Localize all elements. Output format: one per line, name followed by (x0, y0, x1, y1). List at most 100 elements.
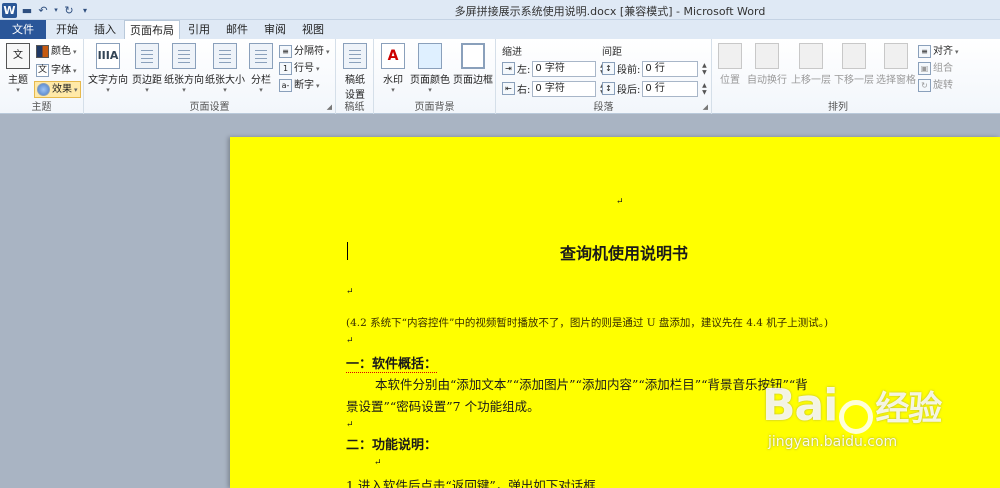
hyphenation-button[interactable]: a- 断字 ▾ (279, 77, 320, 94)
size-button[interactable]: 纸张大小 ▾ (204, 43, 246, 94)
watermark-brand: Bai (762, 380, 838, 431)
rotate-icon: ↻ (918, 79, 931, 92)
tab-mailings[interactable]: 邮件 (218, 20, 256, 39)
watermark-url: jingyan.baidu.com (768, 433, 898, 450)
save-icon[interactable]: ▬ (21, 4, 33, 17)
hyphenation-icon: a- (279, 79, 292, 92)
spin-arrows-icon[interactable]: ▲▼ (700, 82, 708, 96)
undo-icon[interactable]: ↶ (37, 4, 49, 17)
section1-heading: 一：软件概括： (346, 353, 438, 373)
wrap-text-button[interactable]: 自动换行 (746, 43, 788, 86)
page-background-group: A 水印 ▾ 页面颜色 ▾ 页面边框 页面背景 (374, 39, 496, 114)
draft-paper-icon (343, 43, 367, 69)
theme-colors-button[interactable]: 颜色 ▾ (36, 43, 77, 60)
spin-arrows-icon[interactable]: ▲▼ (700, 62, 708, 76)
fonts-icon: 文 (36, 64, 49, 77)
window-title: 多屏拼接展示系统使用说明.docx [兼容模式] - Microsoft Wor… (454, 5, 766, 18)
send-backward-button[interactable]: 下移一层 (833, 43, 875, 86)
margins-icon (135, 43, 159, 69)
note-paragraph: (4.2 系统下“内容控件”中的视频暂时播放不了，图片的则是通过 U 盘添加，建… (346, 317, 829, 329)
draft-settings-button[interactable]: 稿纸 设置 (339, 43, 371, 101)
theme-effects-button[interactable]: 效果 ▾ (34, 81, 81, 98)
effects-icon (37, 83, 50, 96)
indent-left-icon: ⇥ (502, 62, 515, 75)
line-numbers-button[interactable]: 1 行号 ▾ (279, 60, 320, 77)
redo-icon[interactable]: ↻ (63, 4, 75, 17)
spacing-after-control: ↕ 段后: 0 行 ▲ ▼ (602, 80, 708, 97)
indent-title: 缩进 (502, 47, 522, 58)
themes-button[interactable]: 文 主题 ▾ (3, 43, 33, 94)
tab-view[interactable]: 视图 (294, 20, 332, 39)
draft-paper-group: 稿纸 设置 稿纸 (336, 39, 374, 114)
page-color-icon (418, 43, 442, 69)
undo-dropdown-icon[interactable]: ▾ (53, 6, 59, 14)
page-setup-group: IIIA 文字方向 ▾ 页边距 ▾ 纸张方向 ▾ 纸张大小 ▾ 分栏 ▾ ≡ 分… (84, 39, 336, 114)
bring-forward-button[interactable]: 上移一层 (790, 43, 832, 86)
text-direction-icon: IIIA (96, 43, 120, 69)
colors-icon (36, 45, 49, 58)
spacing-after-icon: ↕ (602, 82, 615, 95)
text-direction-button[interactable]: IIIA 文字方向 ▾ (87, 43, 129, 94)
theme-group: 文 主题 ▾ 颜色 ▾ 文 字体 ▾ 效果 ▾ 主题 (0, 39, 84, 114)
page-setup-group-label: 页面设置 (189, 102, 230, 113)
page-borders-icon (461, 43, 485, 69)
paragraph-mark: ↵ (616, 197, 624, 207)
watermark-icon: A (381, 43, 405, 69)
align-button[interactable]: ≡ 对齐 ▾ (918, 43, 959, 60)
section1-line1: 本软件分别由“添加文本”“添加图片”“添加内容”“添加栏目”“背景音乐按钮”“背 (375, 377, 808, 392)
paper-size-icon (213, 43, 237, 69)
tab-file[interactable]: 文件 (0, 20, 46, 39)
dialog-launcher-icon[interactable]: ◢ (703, 103, 708, 111)
arrange-group: 位置 自动换行 上移一层 下移一层 选择窗格 ≡ 对齐▾ ▣ 组合 ↻ 旋转 (712, 39, 964, 114)
orientation-button[interactable]: 纸张方向 ▾ (164, 43, 204, 94)
paragraph-mark: ↵ (374, 458, 382, 468)
wrap-text-icon (755, 43, 779, 69)
document-title: 查询机使用说明书 (560, 244, 689, 263)
spacing-before-icon: ↕ (602, 62, 615, 75)
indent-right-input[interactable]: 0 字符 (532, 80, 597, 97)
tab-page-layout[interactable]: 页面布局 (124, 20, 180, 40)
position-button[interactable]: 位置 (716, 43, 744, 86)
customize-quick-access-icon[interactable]: ▾ (79, 6, 91, 15)
spacing-after-input[interactable]: 0 行 (642, 80, 699, 97)
spacing-title: 间距 (602, 47, 622, 58)
tab-review[interactable]: 审阅 (256, 20, 294, 39)
theme-group-label: 主题 (31, 102, 52, 113)
item1-paragraph: 1.进入软件后点击“返回键”，弹出如下对话框 (346, 478, 596, 488)
theme-fonts-button[interactable]: 文 字体 ▾ (36, 62, 77, 79)
indent-right-control: ⇤ 右: 0 字符 ▲▼ (502, 80, 606, 97)
paragraph-mark: ↵ (346, 287, 354, 297)
paw-logo-icon (839, 399, 874, 434)
watermark-button[interactable]: A 水印 ▾ (377, 43, 409, 94)
margins-button[interactable]: 页边距 ▾ (130, 43, 164, 94)
indent-left-input[interactable]: 0 字符 (532, 60, 597, 77)
spacing-before-input[interactable]: 0 行 (642, 60, 699, 77)
section1-line2: 景设置”“密码设置”7 个功能组成。 (346, 399, 540, 414)
page-background-group-label: 页面背景 (414, 102, 455, 113)
ribbon: 文 主题 ▾ 颜色 ▾ 文 字体 ▾ 效果 ▾ 主题 IIIA 文字方向 ▾ 页边距 … (0, 39, 1000, 114)
tab-insert[interactable]: 插入 (86, 20, 124, 39)
section2-heading: 二：功能说明： (346, 438, 438, 453)
spacing-before-control: ↕ 段前: 0 行 ▲ ▼ (602, 60, 708, 77)
page-borders-button[interactable]: 页面边框 (452, 43, 494, 86)
page-color-button[interactable]: 页面颜色 ▾ (410, 43, 450, 94)
columns-icon (249, 43, 273, 69)
orientation-icon (172, 43, 196, 69)
indent-right-icon: ⇤ (502, 82, 515, 95)
arrange-group-label: 排列 (828, 102, 848, 113)
columns-button[interactable]: 分栏 ▾ (247, 43, 275, 94)
paragraph-group: 缩进 间距 ⇥ 左: 0 字符 ▲▼ ⇤ 右: 0 字符 ▲▼ ↕ 段前: 0 … (496, 39, 712, 114)
rotate-button[interactable]: ↻ 旋转 (918, 77, 953, 94)
watermark-brand-suffix: 经验 (875, 389, 942, 429)
dialog-launcher-icon[interactable]: ◢ (327, 103, 332, 111)
tab-home[interactable]: 开始 (48, 20, 86, 39)
tab-references[interactable]: 引用 (180, 20, 218, 39)
chevron-down-icon: ▾ (16, 86, 20, 94)
breaks-icon: ≡ (279, 45, 292, 58)
indent-left-control: ⇥ 左: 0 字符 ▲▼ (502, 60, 606, 77)
baidu-jingyan-watermark: Bai 经验 jingyan.baidu.com (762, 380, 992, 480)
word-logo-icon[interactable]: W (2, 2, 17, 18)
breaks-button[interactable]: ≡ 分隔符 ▾ (279, 43, 330, 60)
group-button[interactable]: ▣ 组合 (918, 60, 953, 77)
selection-pane-button[interactable]: 选择窗格 (875, 43, 917, 86)
